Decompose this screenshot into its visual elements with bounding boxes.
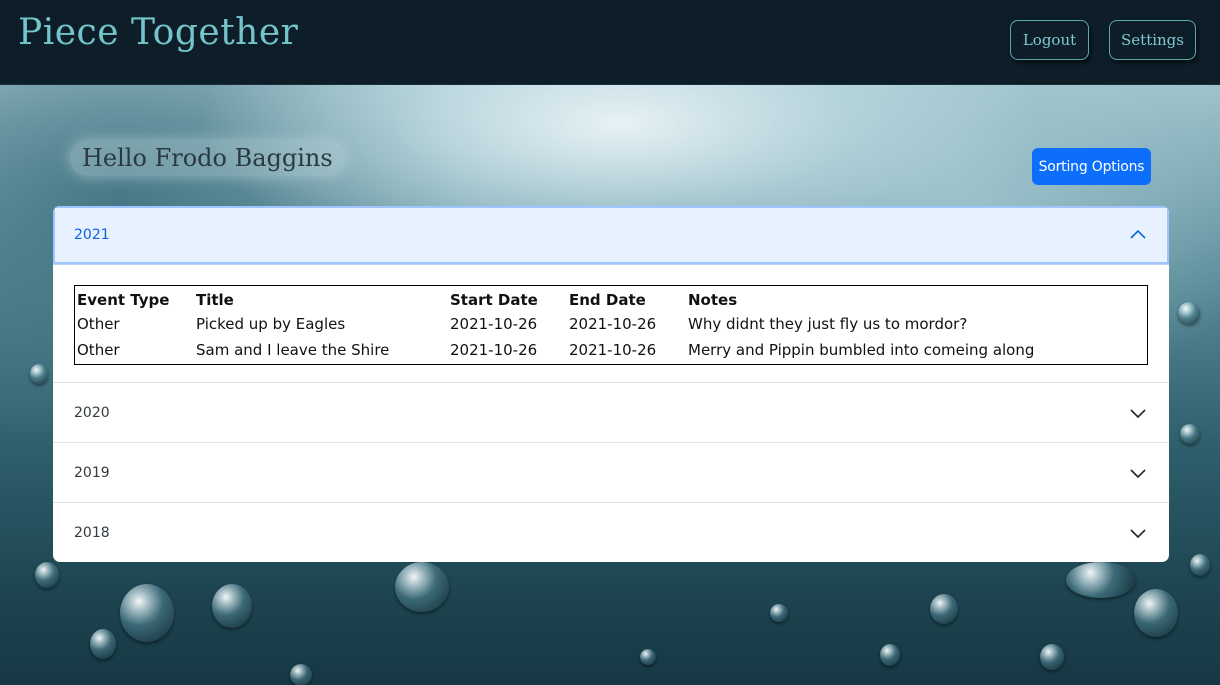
water-droplet — [1178, 302, 1200, 324]
accordion-year-label: 2020 — [74, 404, 110, 421]
water-droplet — [212, 584, 252, 628]
water-droplet — [1180, 424, 1200, 444]
water-droplet — [770, 604, 788, 622]
accordion-year-label: 2019 — [74, 464, 110, 481]
chevron-up-icon — [1130, 229, 1146, 239]
accordion-header-2018[interactable]: 2018 — [53, 502, 1169, 562]
settings-button[interactable]: Settings — [1109, 20, 1196, 60]
column-header-start-date: Start Date — [450, 291, 538, 309]
events-table: Event Type Title Start Date End Date Not… — [74, 285, 1148, 365]
brand-title[interactable]: Piece Together — [18, 12, 298, 53]
water-droplet — [35, 562, 59, 588]
cell-event-type: Other — [77, 341, 120, 359]
column-header-title: Title — [196, 291, 234, 309]
water-droplet — [640, 649, 656, 665]
accordion-header-2019[interactable]: 2019 — [53, 442, 1169, 502]
table-header-row: Event Type Title Start Date End Date Not… — [75, 286, 1148, 313]
column-header-notes: Notes — [688, 291, 738, 309]
water-droplet — [1066, 562, 1136, 598]
table-row[interactable]: Other Picked up by Eagles 2021-10-26 202… — [75, 312, 1148, 338]
water-droplet — [120, 584, 174, 642]
cell-end-date: 2021-10-26 — [569, 341, 657, 359]
logout-button[interactable]: Logout — [1010, 20, 1089, 60]
column-header-event-type: Event Type — [77, 291, 170, 309]
accordion-year-label: 2018 — [74, 524, 110, 541]
cell-start-date: 2021-10-26 — [450, 315, 538, 333]
accordion-body-2021: Event Type Title Start Date End Date Not… — [53, 264, 1169, 382]
cell-title: Picked up by Eagles — [196, 315, 346, 333]
cell-notes: Why didnt they just fly us to mordor? — [688, 315, 968, 333]
water-droplet — [395, 562, 449, 612]
cell-title: Sam and I leave the Shire — [196, 341, 390, 359]
years-accordion: 2021 Event Type Title Start Date End Dat… — [53, 206, 1169, 562]
water-droplet — [1040, 644, 1064, 670]
top-navbar: Piece Together Logout Settings — [0, 0, 1220, 85]
greeting-text: Hello Frodo Baggins — [70, 140, 345, 176]
water-droplet — [880, 644, 900, 666]
water-droplet — [30, 364, 48, 384]
accordion-header-2020[interactable]: 2020 — [53, 382, 1169, 442]
column-header-end-date: End Date — [569, 291, 646, 309]
water-droplet — [930, 594, 958, 624]
water-droplet — [1190, 554, 1210, 576]
water-droplet — [90, 629, 116, 659]
chevron-down-icon — [1130, 408, 1146, 418]
chevron-down-icon — [1130, 468, 1146, 478]
cell-end-date: 2021-10-26 — [569, 315, 657, 333]
table-row[interactable]: Other Sam and I leave the Shire 2021-10-… — [75, 338, 1148, 365]
cell-notes: Merry and Pippin bumbled into comeing al… — [688, 341, 1035, 359]
chevron-down-icon — [1130, 528, 1146, 538]
accordion-header-2021[interactable]: 2021 — [53, 206, 1169, 264]
cell-start-date: 2021-10-26 — [450, 341, 538, 359]
cell-event-type: Other — [77, 315, 120, 333]
water-droplet — [1134, 589, 1178, 637]
sorting-options-button[interactable]: Sorting Options — [1032, 148, 1151, 185]
water-droplet — [290, 664, 312, 685]
accordion-year-label: 2021 — [74, 227, 110, 243]
